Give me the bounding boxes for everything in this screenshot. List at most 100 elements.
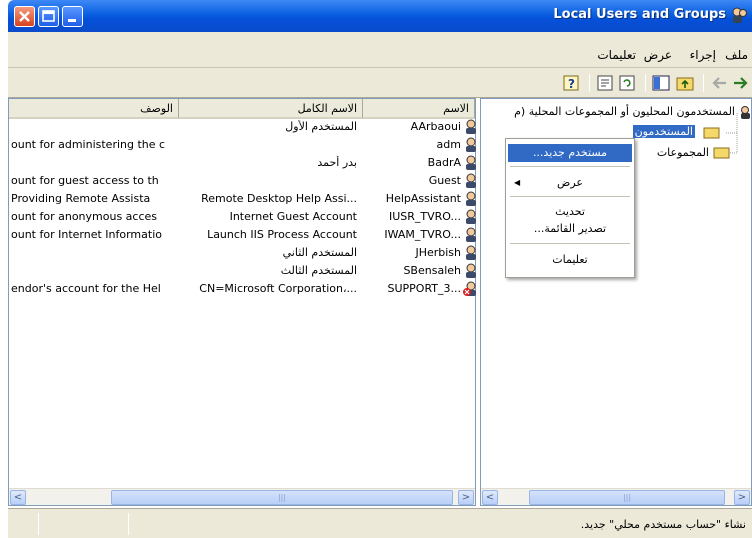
menu-help[interactable]: تعليمات	[597, 48, 636, 62]
context-menu-help[interactable]: تعليمات	[508, 251, 632, 269]
user-name-cell: HelpAssistant	[385, 192, 461, 205]
minimize-button[interactable]	[62, 6, 83, 27]
svg-text:?: ?	[568, 77, 575, 91]
folder-open-icon	[703, 127, 720, 139]
context-menu-view-label: عرض	[557, 176, 583, 189]
user-icon	[466, 119, 476, 134]
maximize-button[interactable]	[38, 6, 59, 27]
scroll-left-button[interactable]: <	[482, 490, 498, 505]
context-menu-view[interactable]: عرض ◀	[508, 174, 632, 192]
user-name-cell: IUSR_TVRO...	[388, 210, 461, 223]
table-row[interactable]: SUPPORT_3... CN=Microsoft Corporation،...…	[9, 281, 476, 297]
scroll-right-button[interactable]: >	[734, 490, 750, 505]
toolbar: ?	[8, 68, 752, 98]
user-description-cell: ount for administering the c	[11, 138, 166, 151]
show-tree-icon[interactable]	[652, 74, 670, 92]
table-row[interactable]: BadrA بدر أحمد	[9, 155, 476, 171]
user-full-name-cell: بدر أحمد	[317, 156, 357, 169]
context-menu: مستخدم جديد... عرض ◀ تحديث تصدير القائمة…	[505, 138, 635, 278]
user-description-cell: ount for guest access to th	[11, 174, 159, 187]
title-bar: Local Users and Groups	[8, 0, 752, 32]
user-full-name-cell: المستخدم الأول	[285, 120, 357, 133]
menu-bar: ملف إجراء عرض تعليمات	[8, 32, 752, 68]
context-menu-export-list[interactable]: تصدير القائمة...	[508, 220, 632, 238]
window-title: Local Users and Groups	[553, 7, 726, 22]
context-menu-new-user[interactable]: مستخدم جديد...	[508, 144, 632, 162]
user-icon	[466, 191, 476, 206]
table-row[interactable]: adm ount for administering the c	[9, 137, 476, 153]
user-name-cell: JHerbish	[415, 246, 461, 259]
users-app-icon	[732, 7, 747, 23]
back-arrow-icon[interactable]	[732, 74, 750, 92]
toolbar-separator	[589, 74, 590, 92]
status-bar: نشاء "حساب مستخدم محلي" جديد.	[8, 508, 752, 538]
user-name-cell: SBensaleh	[403, 264, 461, 277]
user-icon	[466, 137, 476, 152]
user-description-cell: endor's account for the Hel	[11, 282, 161, 295]
user-name-cell: AArbaoui	[410, 120, 461, 133]
refresh-icon[interactable]	[618, 74, 636, 92]
user-full-name-cell: المستخدم الثالث	[280, 264, 357, 277]
status-divider	[128, 513, 129, 535]
close-icon	[19, 11, 30, 22]
status-divider	[38, 513, 39, 535]
forward-arrow-icon[interactable]	[710, 74, 728, 92]
user-full-name-cell: Launch IIS Process Account	[207, 228, 357, 241]
submenu-arrow-icon: ◀	[514, 178, 521, 187]
user-icon	[466, 245, 476, 260]
context-menu-separator	[510, 166, 630, 167]
table-row[interactable]: Guest ount for guest access to th	[9, 173, 476, 189]
user-name-cell: adm	[436, 138, 461, 151]
user-icon	[466, 263, 476, 278]
table-row[interactable]: HelpAssistant Remote Desktop Help Assi...…	[9, 191, 476, 207]
user-icon	[466, 227, 476, 242]
user-icon	[466, 209, 476, 224]
right-horizontal-scrollbar[interactable]: < ||| >	[481, 488, 751, 505]
users-list-pane: الاسم الاسم الكامل الوصف AArbaoui المستخد…	[8, 98, 476, 506]
user-description-cell: ount for anonymous acces	[11, 210, 158, 223]
tree-item-groups[interactable]: المجموعات	[657, 146, 709, 159]
folder-icon	[713, 147, 730, 159]
tree-item-users[interactable]: المستخدمون	[632, 125, 695, 138]
toolbar-separator	[703, 74, 704, 92]
status-text: نشاء "حساب مستخدم محلي" جديد.	[580, 518, 746, 531]
column-header-full-name[interactable]: الاسم الكامل	[179, 99, 363, 119]
user-description-cell: ount for Internet Informatio	[11, 228, 162, 241]
context-menu-separator	[510, 196, 630, 197]
column-header-description[interactable]: الوصف	[9, 99, 179, 119]
user-full-name-cell: Remote Desktop Help Assi...	[201, 192, 357, 205]
disabled-user-icon	[463, 281, 476, 296]
minimize-icon	[68, 19, 76, 22]
user-name-cell: BadrA	[427, 156, 461, 169]
menu-file[interactable]: ملف	[725, 48, 748, 62]
user-description-cell: Providing Remote Assista	[11, 192, 151, 205]
user-full-name-cell: CN=Microsoft Corporation،...	[199, 282, 357, 295]
close-button[interactable]	[14, 6, 35, 27]
scroll-thumb[interactable]: |||	[529, 490, 725, 505]
table-row[interactable]: IWAM_TVRO... Launch IIS Process Account ou…	[9, 227, 476, 243]
user-name-cell: IWAM_TVRO...	[384, 228, 461, 241]
user-icon	[466, 155, 476, 170]
menu-action[interactable]: إجراء	[690, 48, 716, 62]
table-row[interactable]: AArbaoui المستخدم الأول	[9, 119, 476, 135]
column-header-name[interactable]: الاسم	[363, 99, 475, 119]
user-full-name-cell: Internet Guest Account	[229, 210, 357, 223]
context-menu-refresh[interactable]: تحديث	[508, 203, 632, 221]
user-full-name-cell: المستخدم الثاني	[282, 246, 357, 259]
table-row[interactable]: JHerbish المستخدم الثاني	[9, 245, 476, 261]
user-name-cell: Guest	[428, 174, 461, 187]
up-folder-icon[interactable]	[676, 74, 694, 92]
table-row[interactable]: IUSR_TVRO... Internet Guest Account ount f…	[9, 209, 476, 225]
scroll-thumb[interactable]: |||	[111, 490, 453, 505]
context-menu-separator	[510, 243, 630, 244]
help-icon[interactable]: ?	[562, 74, 580, 92]
export-list-icon[interactable]	[596, 74, 614, 92]
toolbar-separator	[645, 74, 646, 92]
menu-view[interactable]: عرض	[644, 48, 672, 62]
scroll-left-button[interactable]: <	[10, 490, 26, 505]
table-row[interactable]: SBensaleh المستخدم الثالث	[9, 263, 476, 279]
user-icon	[466, 173, 476, 188]
scroll-right-button[interactable]: >	[458, 490, 474, 505]
left-horizontal-scrollbar[interactable]: < ||| >	[9, 488, 475, 505]
maximize-icon	[42, 10, 55, 22]
